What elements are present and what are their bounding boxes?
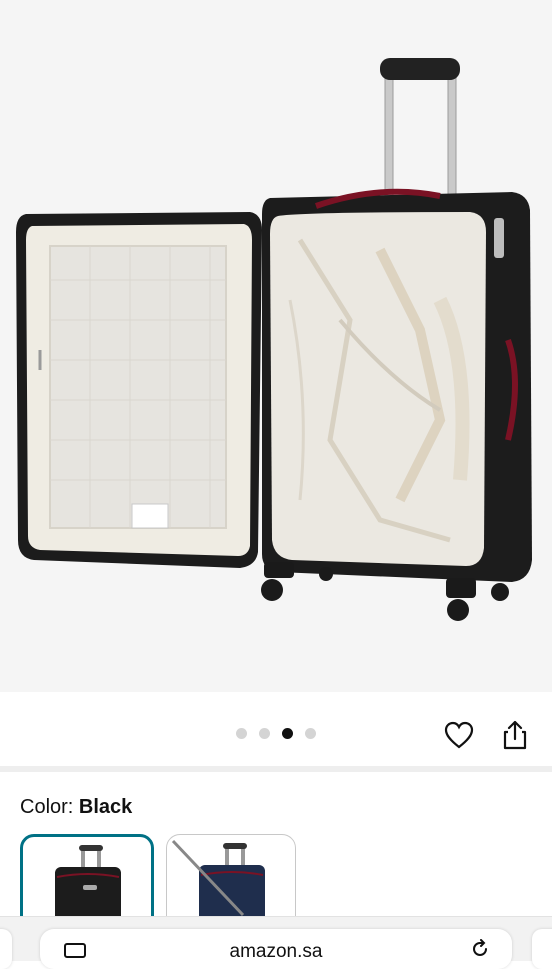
gallery-controls — [0, 692, 552, 768]
product-image[interactable] — [0, 0, 552, 692]
color-label-prefix: Color: — [20, 796, 79, 818]
address-bar[interactable]: amazon.sa — [40, 929, 512, 969]
favorite-button[interactable] — [442, 718, 476, 752]
pagination-dot[interactable] — [305, 728, 316, 739]
telescopic-handle — [380, 58, 460, 199]
pagination-dot[interactable] — [259, 728, 270, 739]
browser-toolbar: amazon.sa — [0, 916, 552, 969]
color-label: Color: Black — [20, 796, 132, 819]
pagination-dot-active[interactable] — [282, 728, 293, 739]
share-button[interactable] — [498, 718, 532, 752]
suitcase-illustration — [16, 58, 532, 621]
heart-icon — [444, 721, 474, 749]
next-tab-edge[interactable] — [532, 929, 552, 969]
reload-icon[interactable] — [470, 939, 490, 959]
suitcase-body — [262, 188, 532, 582]
selected-color-value: Black — [78, 796, 133, 818]
share-icon — [503, 720, 527, 750]
previous-tab-edge[interactable] — [0, 929, 12, 969]
suitcase-lid — [16, 212, 262, 568]
pagination-dot[interactable] — [236, 728, 247, 739]
